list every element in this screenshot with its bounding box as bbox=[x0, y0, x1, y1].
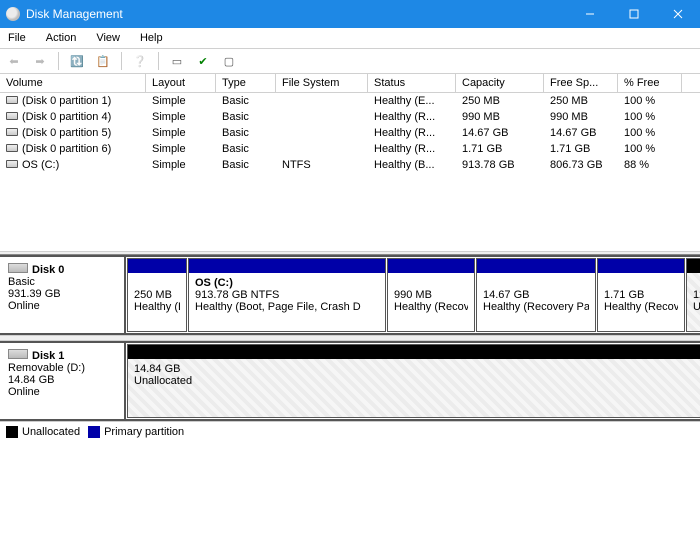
properties-icon[interactable]: 📋 bbox=[93, 51, 113, 71]
legend: Unallocated Primary partition bbox=[0, 421, 700, 442]
disk1-partition[interactable]: 14.84 GB Unallocated bbox=[127, 344, 700, 418]
menu-view[interactable]: View bbox=[92, 30, 124, 46]
col-layout[interactable]: Layout bbox=[146, 74, 216, 92]
menu-file[interactable]: File bbox=[4, 30, 30, 46]
disk0-partition[interactable]: OS (C:)913.78 GB NTFSHealthy (Boot, Page… bbox=[188, 258, 386, 332]
maximize-button[interactable] bbox=[612, 0, 656, 28]
action3-icon[interactable]: ▢ bbox=[219, 51, 239, 71]
disk0-partition[interactable]: 14.67 GBHealthy (Recovery Pa bbox=[476, 258, 596, 332]
action1-icon[interactable]: ▭ bbox=[167, 51, 187, 71]
legend-unallocated-swatch bbox=[6, 426, 18, 438]
volume-row[interactable]: (Disk 0 partition 6)SimpleBasicHealthy (… bbox=[0, 141, 700, 157]
col-type[interactable]: Type bbox=[216, 74, 276, 92]
disk1-row: Disk 1 Removable (D:) 14.84 GB Online 14… bbox=[0, 341, 700, 421]
disk0-partition[interactable]: 1.71 GBHealthy (Recove bbox=[597, 258, 685, 332]
menu-help[interactable]: Help bbox=[136, 30, 167, 46]
volume-row[interactable]: (Disk 0 partition 5)SimpleBasicHealthy (… bbox=[0, 125, 700, 141]
legend-primary-label: Primary partition bbox=[104, 426, 184, 438]
app-icon bbox=[6, 7, 20, 21]
menu-bar: File Action View Help bbox=[0, 28, 700, 48]
legend-unallocated-label: Unallocated bbox=[22, 426, 80, 438]
action2-icon[interactable]: ✔ bbox=[193, 51, 213, 71]
disk-icon bbox=[8, 263, 28, 273]
col-freespace[interactable]: Free Sp... bbox=[544, 74, 618, 92]
forward-button[interactable]: ➡ bbox=[30, 51, 50, 71]
volume-row[interactable]: (Disk 0 partition 4)SimpleBasicHealthy (… bbox=[0, 109, 700, 125]
back-button[interactable]: ⬅ bbox=[4, 51, 24, 71]
col-capacity[interactable]: Capacity bbox=[456, 74, 544, 92]
minimize-button[interactable] bbox=[568, 0, 612, 28]
volume-row[interactable]: (Disk 0 partition 1)SimpleBasicHealthy (… bbox=[0, 93, 700, 109]
col-volume[interactable]: Volume bbox=[0, 74, 146, 92]
col-pctfree[interactable]: % Free bbox=[618, 74, 682, 92]
volume-list[interactable]: (Disk 0 partition 1)SimpleBasicHealthy (… bbox=[0, 93, 700, 251]
legend-primary-swatch bbox=[88, 426, 100, 438]
help-icon[interactable]: ❔ bbox=[130, 51, 150, 71]
disk0-partition[interactable]: 250 MBHealthy (EF bbox=[127, 258, 187, 332]
column-headers: Volume Layout Type File System Status Ca… bbox=[0, 74, 700, 93]
col-status[interactable]: Status bbox=[368, 74, 456, 92]
disk0-partition[interactable]: 990 MBHealthy (Recov bbox=[387, 258, 475, 332]
window-title: Disk Management bbox=[26, 7, 568, 21]
title-bar: Disk Management bbox=[0, 0, 700, 28]
volume-row[interactable]: OS (C:)SimpleBasicNTFSHealthy (B...913.7… bbox=[0, 157, 700, 173]
toolbar: ⬅ ➡ 🔃 📋 ❔ ▭ ✔ ▢ bbox=[0, 48, 700, 74]
close-button[interactable] bbox=[656, 0, 700, 28]
menu-action[interactable]: Action bbox=[42, 30, 81, 46]
col-filesystem[interactable]: File System bbox=[276, 74, 368, 92]
refresh-icon[interactable]: 🔃 bbox=[67, 51, 87, 71]
disk0-row: Disk 0 Basic 931.39 GB Online 250 MBHeal… bbox=[0, 255, 700, 335]
disk0-info[interactable]: Disk 0 Basic 931.39 GB Online bbox=[0, 257, 126, 333]
disk1-info[interactable]: Disk 1 Removable (D:) 14.84 GB Online bbox=[0, 343, 126, 419]
disk-icon bbox=[8, 349, 28, 359]
disk0-partition[interactable]: 12 MUna bbox=[686, 258, 700, 332]
